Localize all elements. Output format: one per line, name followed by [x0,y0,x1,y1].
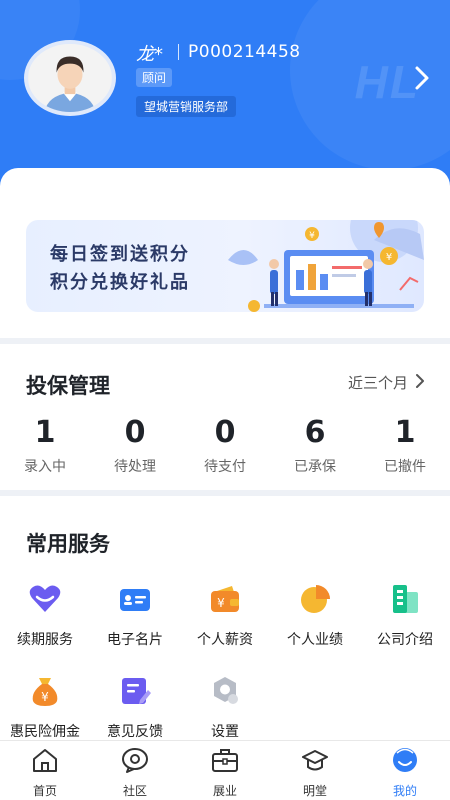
stat-label: 待处理 [114,459,156,475]
nav-label: 展业 [212,784,237,798]
checkin-banner[interactable]: 每日签到送积分 积分兑换好礼品 ¥ ¥ [26,220,424,312]
stat-label: 待支付 [204,459,246,475]
svg-text:¥: ¥ [217,596,225,610]
service-label: 公司介绍 [377,632,433,648]
nav-item-home[interactable]: 首页 [0,747,90,799]
stat-value: 1 [34,415,56,450]
chevron-right-icon[interactable] [414,372,426,390]
divider [178,44,179,60]
period-filter[interactable]: 近三个月 [348,372,408,393]
service-label: 意见反馈 [107,724,163,740]
nav-item-profile[interactable]: 我的 [360,747,450,799]
nav-item-academy[interactable]: 明堂 [270,747,360,799]
stat-label: 录入中 [24,459,66,475]
stat-value: 0 [214,415,236,450]
pie-chart-icon [301,585,330,613]
stat-value: 0 [124,415,146,450]
service-label: 个人薪资 [197,632,253,648]
service-renewal[interactable]: 续期服务 [0,582,90,649]
avatar[interactable] [24,40,116,116]
graduation-cap-icon [302,750,328,771]
stat-label: 已承保 [294,459,336,475]
community-icon [122,748,148,773]
nav-label: 明堂 [302,784,327,798]
policy-management-section: 投保管理 近三个月 1 录入中 0 待处理 0 待支付 6 已承保 1 已撤件 [0,344,450,490]
department-badge: 望城营销服务部 [136,96,237,117]
service-label: 惠民险佣金 [10,724,80,740]
feedback-icon [122,678,151,704]
common-services-section: 常用服务 续期服务 电子名片 ¥ 个人薪资 个人业绩 公司介绍 ¥ 惠民险佣金 … [0,496,450,740]
stat-value: 6 [304,415,326,450]
nav-label: 社区 [122,784,147,798]
policy-stat-pending[interactable]: 0 待处理 [95,416,175,476]
business-card-icon [120,589,150,611]
service-salary[interactable]: ¥ 个人薪资 [180,582,270,649]
policy-stat-underwritten[interactable]: 6 已承保 [275,416,355,476]
service-label: 设置 [211,724,239,740]
avatar-image [28,44,112,112]
user-id: P000214458 [188,42,301,62]
service-feedback[interactable]: 意见反馈 [90,674,180,741]
banner-headline: 每日签到送积分 [50,244,190,265]
settings-icon [214,677,238,704]
service-commission[interactable]: ¥ 惠民险佣金 [0,674,90,741]
svg-text:¥: ¥ [386,252,392,263]
service-performance[interactable]: 个人业绩 [270,582,360,649]
service-business-card[interactable]: 电子名片 [90,582,180,649]
profile-header[interactable]: HL 龙* P000214458 顾问 望城营销服务部 [0,0,450,195]
heart-icon [29,585,61,612]
stat-label: 已撤件 [384,459,426,475]
chevron-right-icon[interactable] [412,64,432,92]
banner-illustration: ¥ ¥ [228,220,424,312]
service-label: 续期服务 [17,632,73,648]
main-card: 每日签到送积分 积分兑换好礼品 ¥ ¥ [0,168,450,338]
nav-item-community[interactable]: 社区 [90,747,180,799]
money-bag-icon: ¥ [32,678,58,706]
svg-text:¥: ¥ [41,690,49,704]
service-label: 电子名片 [107,632,163,648]
building-icon [393,585,418,613]
profile-icon [393,748,417,772]
nav-label: 我的 [392,784,417,798]
service-company-intro[interactable]: 公司介绍 [360,582,450,649]
wallet-icon: ¥ [211,586,239,612]
section-title: 常用服务 [26,532,110,556]
header-watermark-logo: HL [354,56,420,108]
banner-subline: 积分兑换好礼品 [50,272,190,293]
nav-label: 首页 [32,784,57,798]
user-name: 龙* [136,44,163,65]
policy-stat-entering[interactable]: 1 录入中 [5,416,85,476]
policy-stat-unpaid[interactable]: 0 待支付 [185,416,265,476]
home-icon [33,749,57,772]
service-settings[interactable]: 设置 [180,674,270,741]
stat-value: 1 [394,415,416,450]
policy-stat-withdrawn[interactable]: 1 已撤件 [365,416,445,476]
service-label: 个人业绩 [287,632,343,648]
nav-item-business[interactable]: 展业 [180,747,270,799]
bottom-nav: 首页 社区 展业 明堂 我的 [0,740,450,800]
briefcase-icon [212,749,238,772]
section-title: 投保管理 [26,374,110,398]
role-badge: 顾问 [136,68,173,87]
svg-text:¥: ¥ [309,231,315,241]
